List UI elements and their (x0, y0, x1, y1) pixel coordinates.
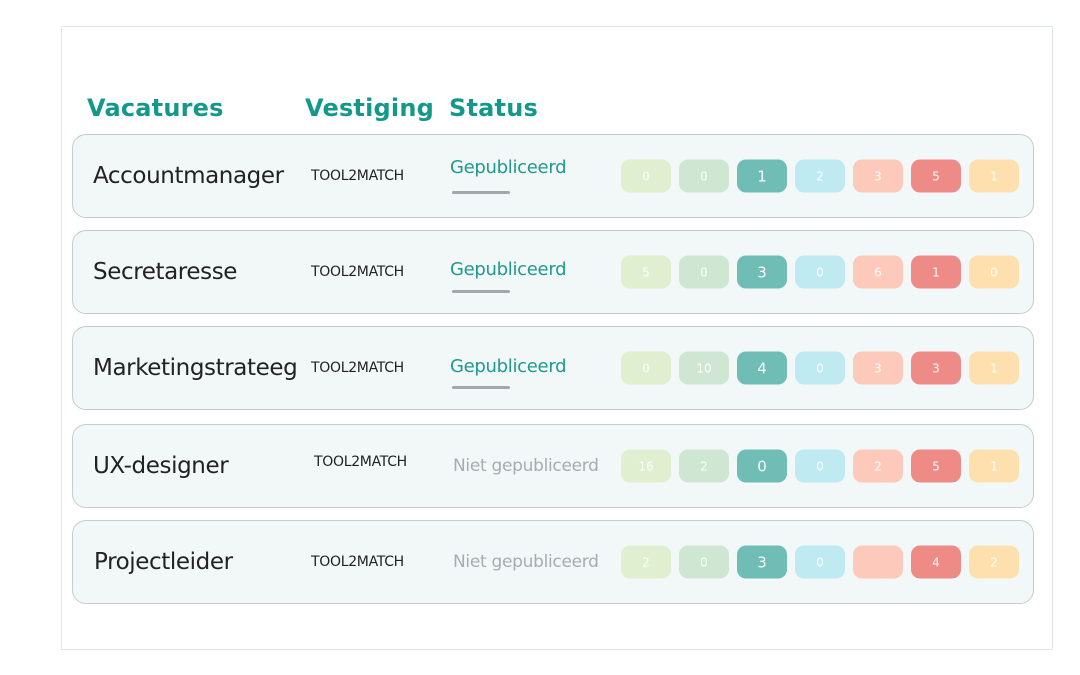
status-underline (452, 290, 510, 293)
vacancy-location: TOOL2MATCH (311, 554, 404, 570)
column-header-status: Status (449, 94, 538, 122)
count-pill[interactable]: 2 (621, 545, 671, 579)
count-pill[interactable]: 0 (969, 255, 1019, 289)
count-pill[interactable]: 0 (621, 159, 671, 193)
vacancy-title[interactable]: Projectleider (94, 549, 233, 575)
count-pill[interactable]: 2 (853, 449, 903, 483)
count-pill[interactable]: 3 (737, 255, 787, 289)
count-pill[interactable] (853, 545, 903, 579)
vacancy-title[interactable]: Accountmanager (93, 163, 284, 189)
count-pill[interactable]: 4 (737, 351, 787, 385)
count-pill[interactable]: 3 (853, 159, 903, 193)
vacancy-status[interactable]: Niet gepubliceerd (453, 552, 599, 572)
count-pill[interactable]: 5 (621, 255, 671, 289)
count-pill[interactable]: 5 (911, 449, 961, 483)
vacancy-status[interactable]: Niet gepubliceerd (453, 456, 599, 476)
count-pill[interactable]: 3 (737, 545, 787, 579)
count-pill[interactable]: 0 (679, 255, 729, 289)
column-header-vacatures: Vacatures (87, 94, 224, 122)
vacancy-row[interactable]: Accountmanager TOOL2MATCH Gepubliceerd 0… (72, 134, 1034, 218)
count-pill[interactable]: 1 (969, 351, 1019, 385)
count-pill[interactable]: 1 (969, 449, 1019, 483)
vacancy-title[interactable]: Secretaresse (93, 259, 237, 285)
vacancy-row[interactable]: UX-designer TOOL2MATCH Niet gepubliceerd… (72, 424, 1034, 508)
vacancy-row[interactable]: Marketingstrateeg TOOL2MATCH Gepubliceer… (72, 326, 1034, 410)
vacancy-location: TOOL2MATCH (311, 360, 404, 376)
status-underline (452, 386, 510, 389)
count-pill[interactable]: 2 (679, 449, 729, 483)
candidate-counts: 0 0 1 2 3 5 1 (621, 159, 1019, 193)
count-pill[interactable]: 0 (679, 545, 729, 579)
count-pill[interactable]: 16 (621, 449, 671, 483)
candidate-counts: 0 10 4 0 3 3 1 (621, 351, 1019, 385)
candidate-counts: 5 0 3 0 6 1 0 (621, 255, 1019, 289)
vacancy-status[interactable]: Gepubliceerd (450, 356, 567, 377)
count-pill[interactable]: 4 (911, 545, 961, 579)
column-header-vestiging: Vestiging (305, 94, 434, 122)
count-pill[interactable]: 2 (969, 545, 1019, 579)
vacancy-title[interactable]: Marketingstrateeg (93, 355, 298, 381)
count-pill[interactable]: 1 (737, 159, 787, 193)
vacancy-row[interactable]: Secretaresse TOOL2MATCH Gepubliceerd 5 0… (72, 230, 1034, 314)
count-pill[interactable]: 10 (679, 351, 729, 385)
vacancy-status[interactable]: Gepubliceerd (450, 259, 567, 280)
count-pill[interactable]: 3 (853, 351, 903, 385)
vacancy-location: TOOL2MATCH (311, 264, 404, 280)
count-pill[interactable]: 3 (911, 351, 961, 385)
count-pill[interactable]: 0 (737, 449, 787, 483)
count-pill[interactable]: 6 (853, 255, 903, 289)
candidate-counts: 16 2 0 0 2 5 1 (621, 449, 1019, 483)
vacancy-title[interactable]: UX-designer (93, 453, 229, 479)
count-pill[interactable]: 2 (795, 159, 845, 193)
count-pill[interactable]: 0 (795, 351, 845, 385)
count-pill[interactable]: 0 (621, 351, 671, 385)
count-pill[interactable]: 0 (679, 159, 729, 193)
count-pill[interactable]: 5 (911, 159, 961, 193)
vacancy-row[interactable]: Projectleider TOOL2MATCH Niet gepublicee… (72, 520, 1034, 604)
vacancy-location: TOOL2MATCH (314, 454, 407, 470)
candidate-counts: 2 0 3 0 4 2 (621, 545, 1019, 579)
vacancy-status[interactable]: Gepubliceerd (450, 157, 567, 178)
count-pill[interactable]: 0 (795, 449, 845, 483)
count-pill[interactable]: 1 (969, 159, 1019, 193)
status-underline (452, 191, 510, 194)
count-pill[interactable]: 1 (911, 255, 961, 289)
vacancy-location: TOOL2MATCH (311, 168, 404, 184)
count-pill[interactable]: 0 (795, 255, 845, 289)
count-pill[interactable]: 0 (795, 545, 845, 579)
